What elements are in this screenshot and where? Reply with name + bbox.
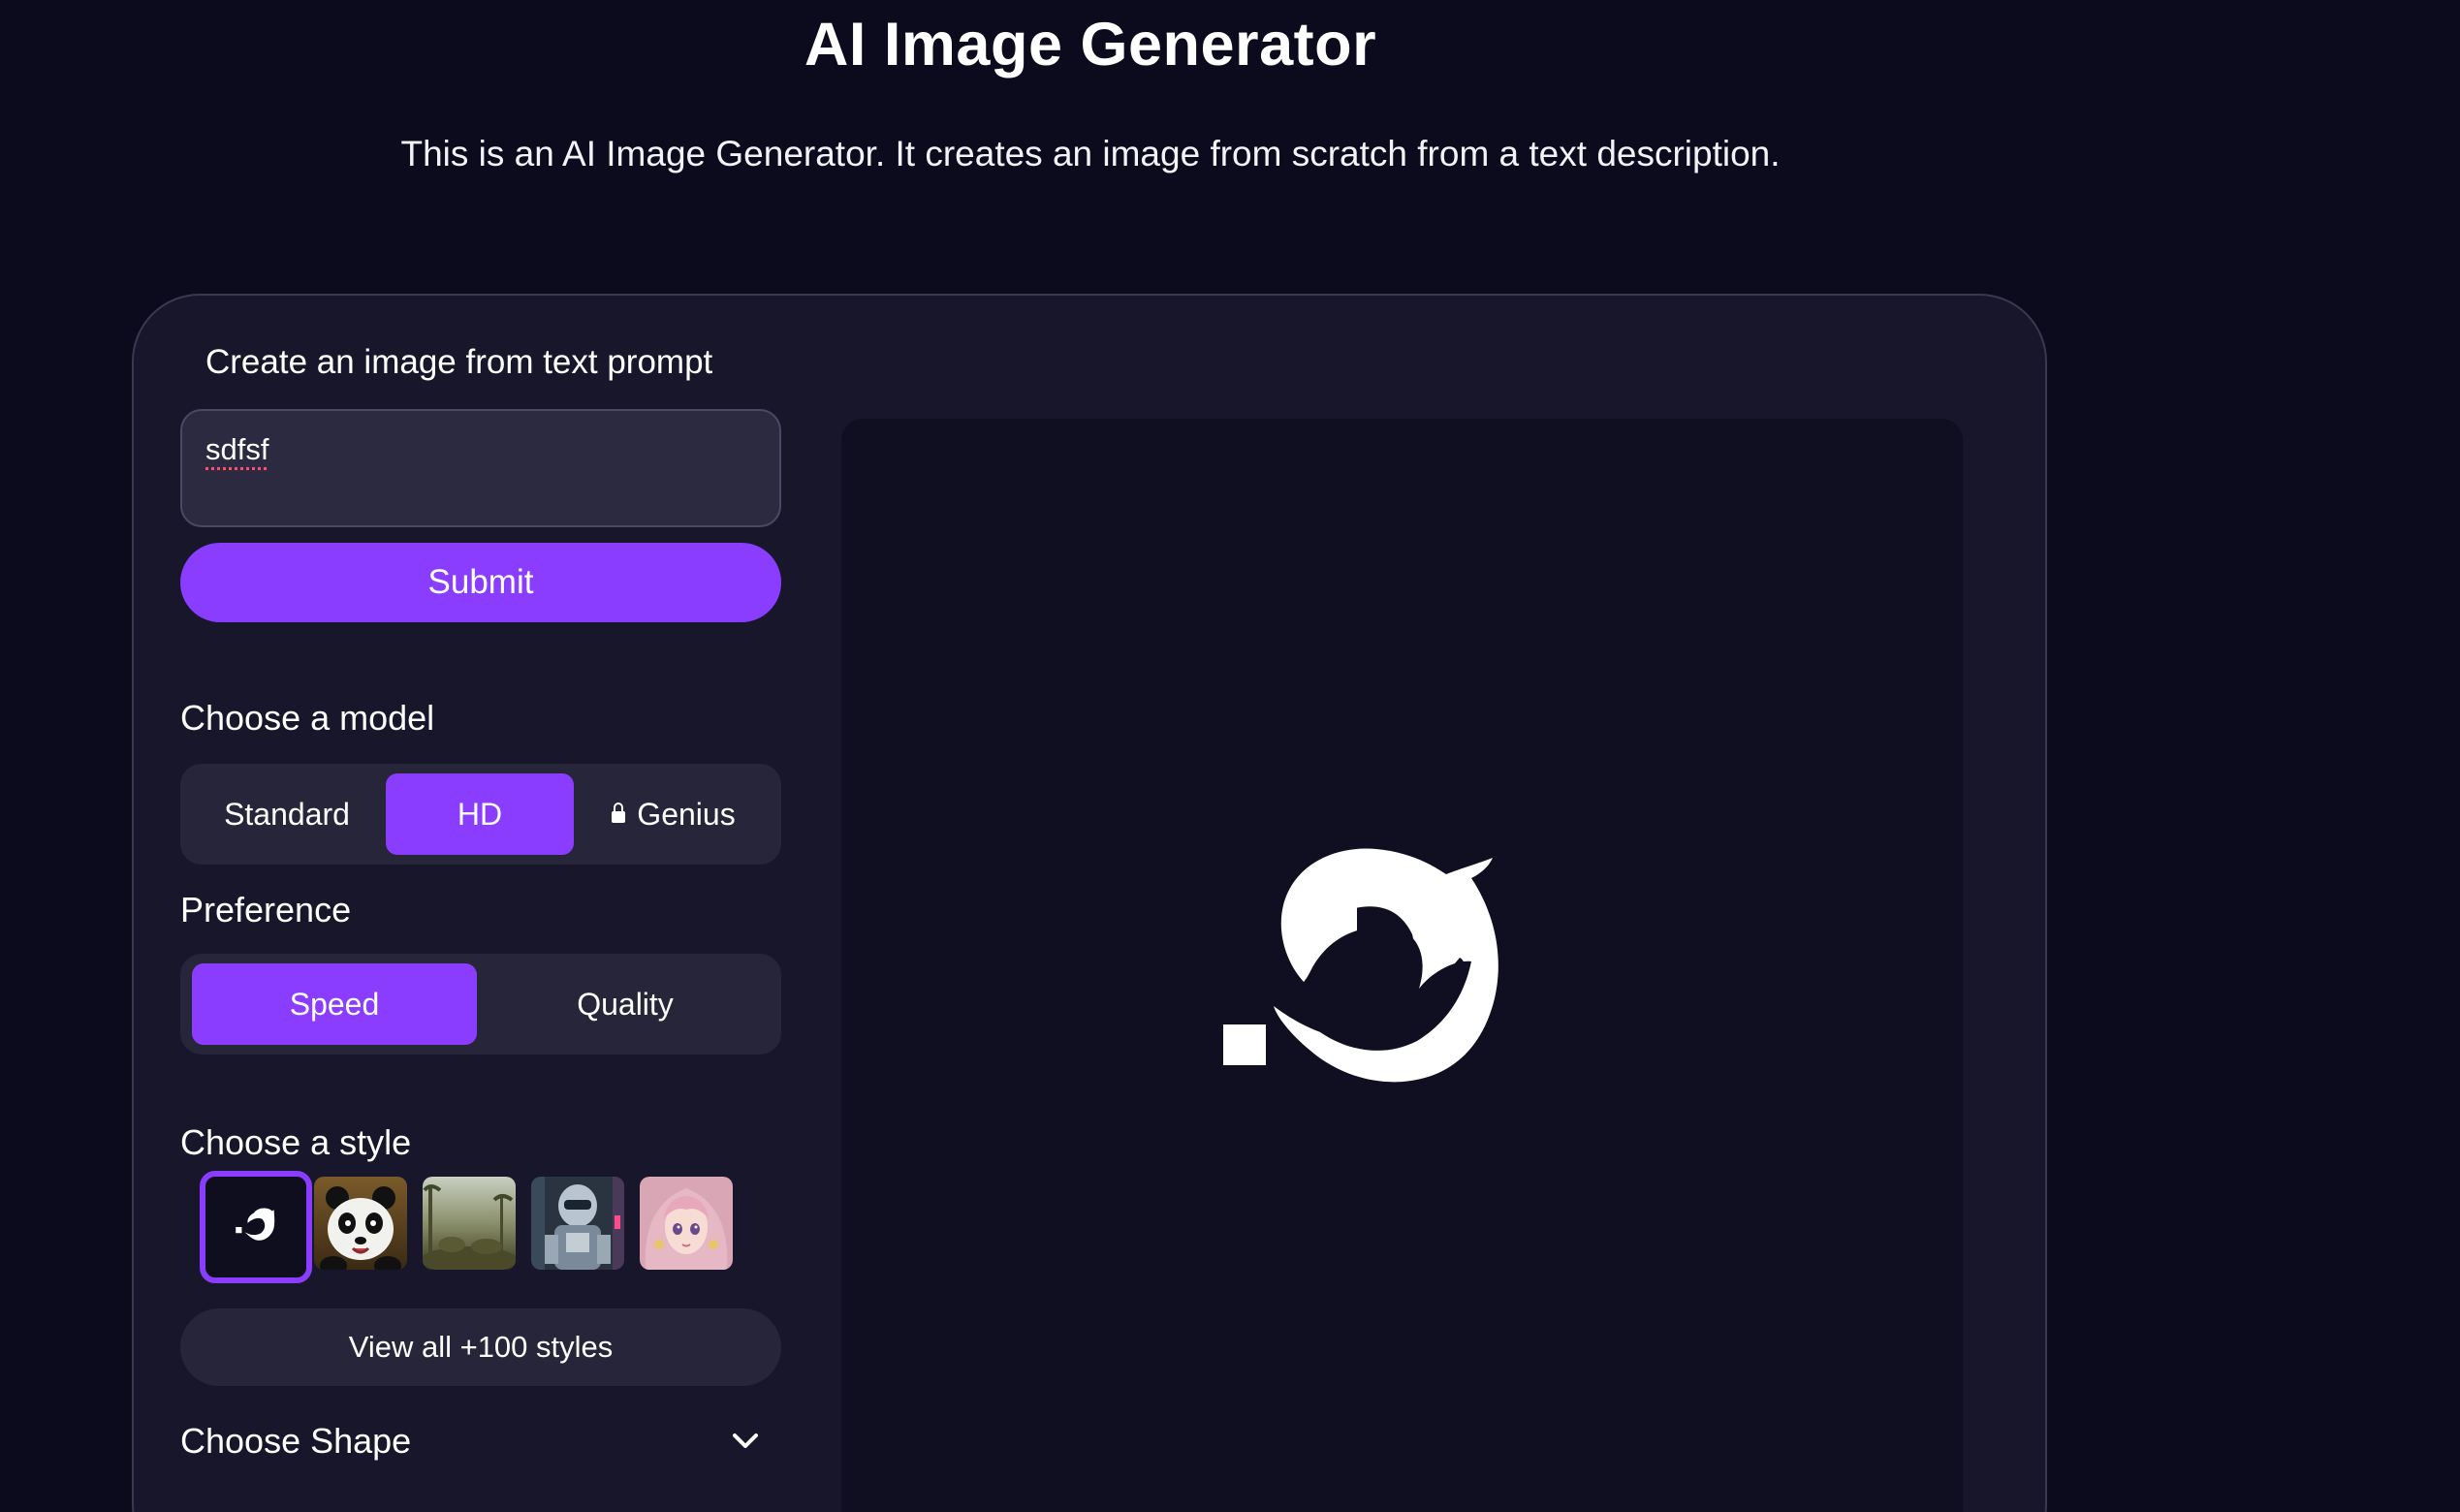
shape-label: Choose Shape [180, 1421, 412, 1461]
preference-option-label: Quality [577, 986, 674, 1022]
style-thumb-anime[interactable] [640, 1177, 733, 1270]
lock-icon [612, 803, 626, 823]
page: AI Image Generator This is an AI Image G… [0, 0, 2460, 1512]
preference-option-label: Speed [289, 986, 380, 1022]
robot-thumbnail [531, 1177, 624, 1270]
preference-label: Preference [180, 890, 352, 929]
model-option-label: HD [457, 796, 503, 832]
panda-thumbnail [314, 1177, 407, 1270]
style-thumb-landscape[interactable] [423, 1177, 516, 1270]
model-label: Choose a model [180, 698, 435, 738]
style-label: Choose a style [180, 1122, 412, 1162]
submit-button[interactable]: Submit [180, 543, 781, 622]
dolphin-logo-icon [236, 1208, 275, 1241]
model-option-label: Genius [637, 796, 736, 832]
style-thumb-panda[interactable] [314, 1177, 407, 1270]
landscape-thumbnail [423, 1177, 516, 1270]
style-thumb-default[interactable] [200, 1171, 312, 1283]
dolphin-logo-icon [1223, 848, 1498, 1083]
chevron-down-icon [733, 1433, 758, 1448]
preference-option-speed[interactable]: Speed [192, 963, 477, 1045]
image-preview-area [841, 419, 1963, 1512]
preference-option-quality[interactable]: Quality [481, 963, 770, 1045]
prompt-label: Create an image from text prompt [205, 343, 713, 381]
preference-selector: Speed Quality [180, 954, 781, 1055]
choose-shape-toggle[interactable]: Choose Shape [180, 1413, 781, 1471]
view-all-styles-button[interactable]: View all +100 styles [180, 1308, 781, 1386]
anime-girl-thumbnail [640, 1177, 733, 1270]
model-option-label: Standard [224, 796, 350, 832]
page-subtitle: This is an AI Image Generator. It create… [400, 134, 1781, 173]
style-thumb-robot[interactable] [531, 1177, 624, 1270]
model-option-hd[interactable]: HD [386, 773, 574, 855]
model-option-genius[interactable]: Genius [576, 773, 772, 855]
model-option-standard[interactable]: Standard [190, 773, 384, 855]
page-title: AI Image Generator [804, 11, 1377, 79]
prompt-input[interactable]: sdfsf [180, 409, 781, 527]
model-selector: Standard HD Genius [180, 764, 781, 865]
